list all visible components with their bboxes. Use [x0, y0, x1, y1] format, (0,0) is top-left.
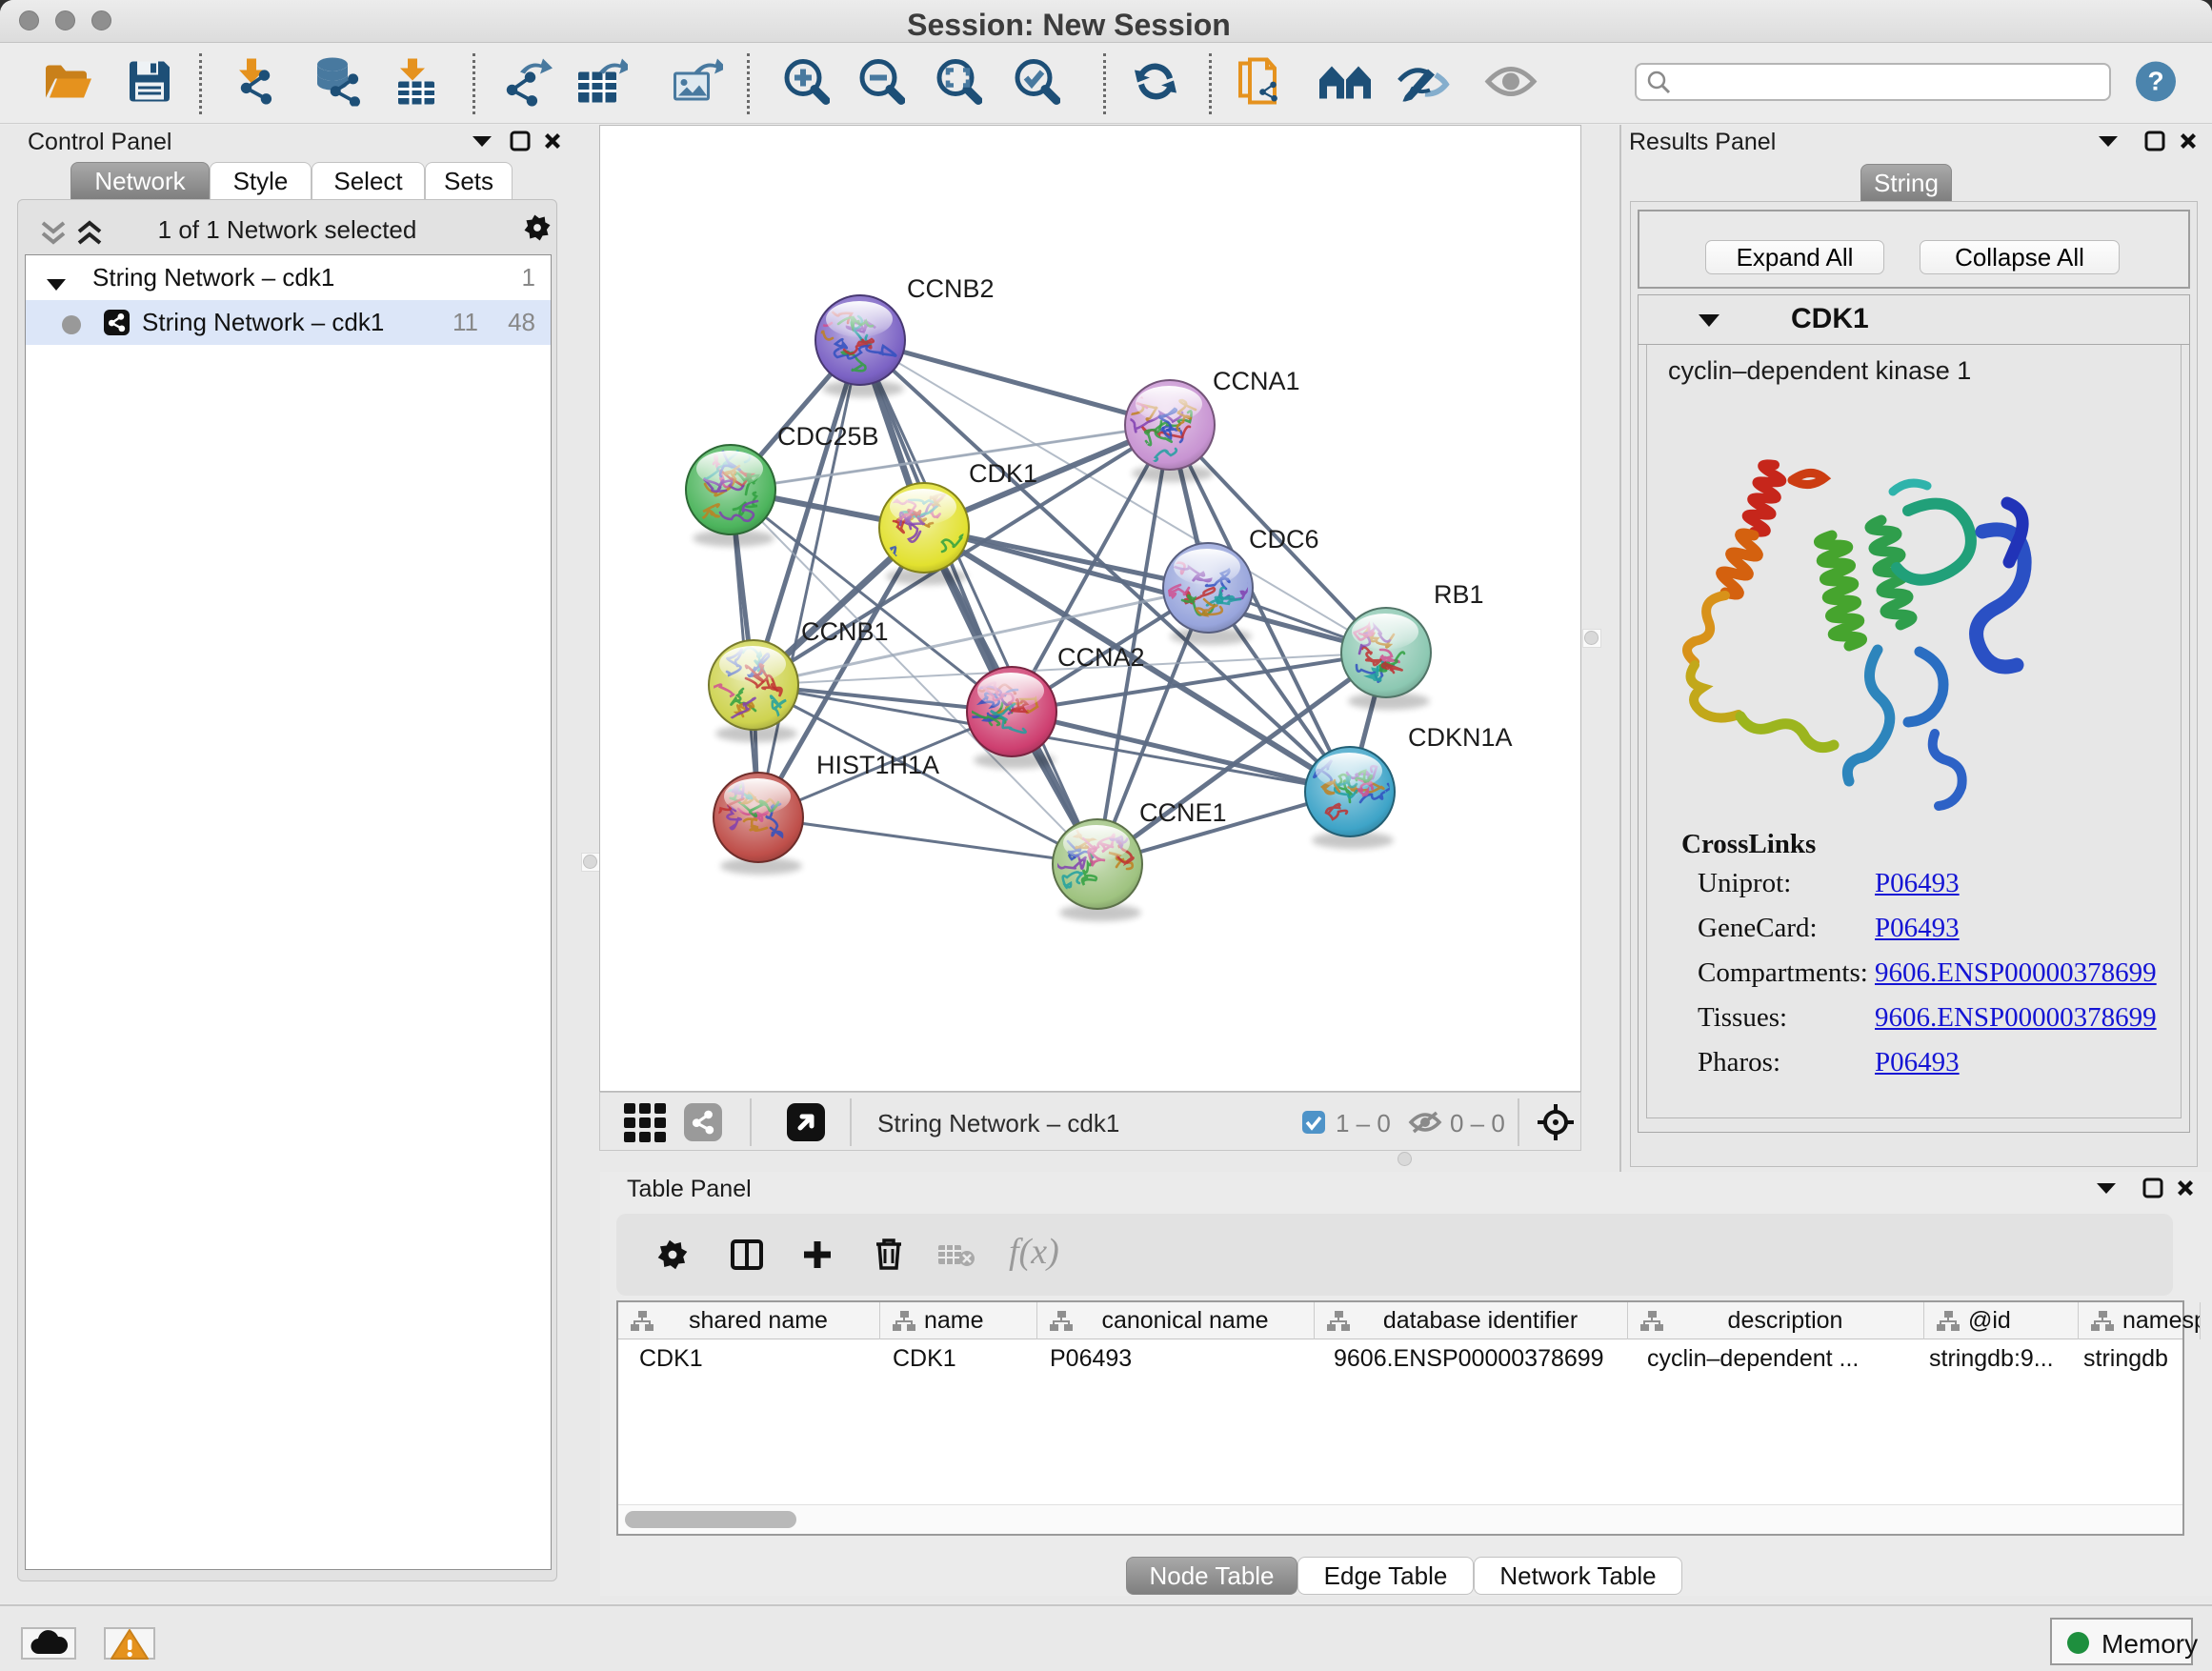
svg-text:CCNA2: CCNA2: [1057, 643, 1145, 672]
svg-text:HIST1H1A: HIST1H1A: [816, 751, 939, 779]
svg-text:CDC6: CDC6: [1249, 525, 1319, 554]
svg-text:CDK1: CDK1: [969, 459, 1037, 488]
svg-text:CCNA1: CCNA1: [1213, 367, 1300, 395]
svg-text:CDKN1A: CDKN1A: [1408, 723, 1513, 752]
svg-text:?: ?: [2147, 66, 2163, 95]
svg-text:CCNB2: CCNB2: [907, 274, 995, 303]
svg-text:CCNB1: CCNB1: [801, 617, 889, 646]
svg-text:CCNE1: CCNE1: [1139, 798, 1227, 827]
svg-text:CDC25B: CDC25B: [777, 422, 879, 451]
svg-text:RB1: RB1: [1434, 580, 1484, 609]
